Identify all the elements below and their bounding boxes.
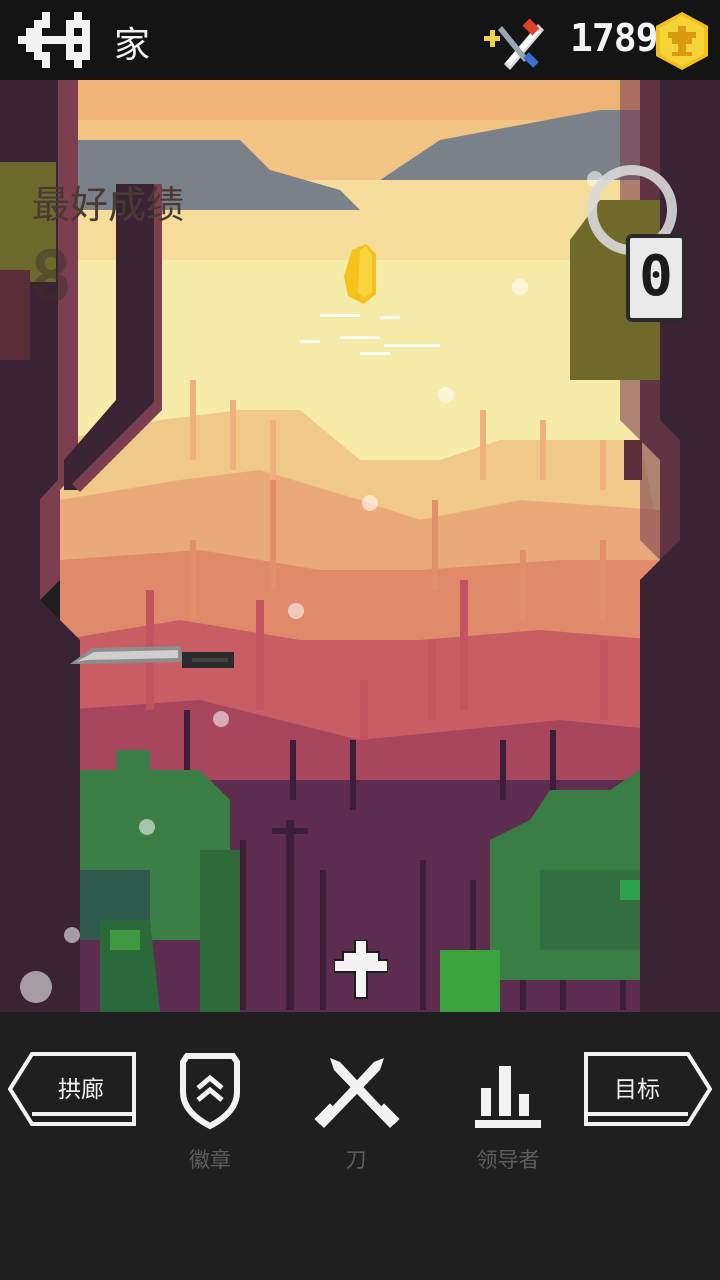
arcade-label: 拱廊 [58, 1077, 104, 1103]
leaderboard-bars-icon [475, 1066, 541, 1128]
top-bar: 家 1789 [0, 0, 720, 80]
leaderboard-label: 领导者 [476, 1148, 540, 1172]
knives-icon [314, 1058, 400, 1128]
knives-label: 刀 [345, 1148, 367, 1172]
badges-label: 徽章 [189, 1148, 231, 1172]
back-arrow-icon[interactable] [18, 12, 98, 68]
badge-shield-icon [180, 1053, 240, 1130]
coin-icon [656, 12, 708, 70]
game-scene[interactable]: 最好成绩 8 0 8 [0, 80, 720, 1012]
up-arrow-icon [334, 940, 388, 999]
knives-button[interactable]: 刀 [296, 1048, 416, 1178]
leaderboard-button[interactable]: 领导者 [448, 1048, 568, 1178]
best-score-value: 8 [30, 236, 73, 318]
goals-label: 目标 [614, 1077, 660, 1103]
coin-count: 1789 [570, 16, 659, 60]
knife-shop-icon[interactable] [480, 14, 550, 70]
badges-button[interactable]: 徽章 [150, 1048, 270, 1178]
goals-button[interactable]: 目标 [584, 1052, 712, 1128]
home-label[interactable]: 家 [114, 16, 150, 68]
current-score: 0 [626, 234, 686, 322]
best-score-label: 最好成绩 [32, 183, 185, 227]
arcade-button[interactable]: 拱廊 [8, 1052, 136, 1128]
bottom-nav: 拱廊 徽章 刀 领导者 目标 [0, 1012, 720, 1280]
